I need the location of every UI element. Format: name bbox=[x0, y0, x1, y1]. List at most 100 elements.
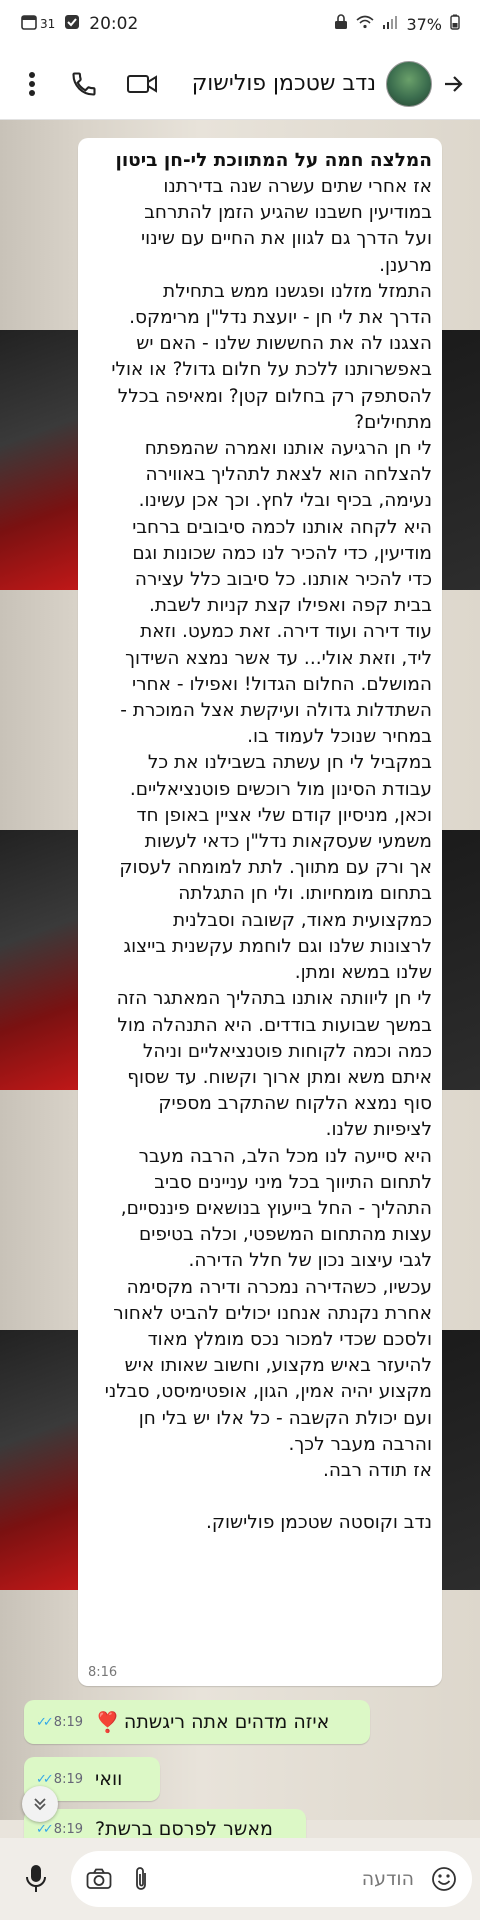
message-line: התמזל מזלנו ופגשנו ממש בתחילת bbox=[163, 280, 432, 302]
read-receipt-icon: ✓✓ bbox=[36, 1714, 54, 1730]
message-input-box bbox=[71, 1851, 472, 1907]
wallpaper-photo-strip bbox=[0, 830, 80, 1090]
message-line: לי חן ליוותה אותנו בתהליך המאתגר הזה bbox=[116, 988, 432, 1010]
message-line bbox=[90, 1484, 432, 1510]
back-button[interactable] bbox=[438, 64, 468, 104]
message-line: עוד דירה ועוד דירה. זאת כמעט. וזאת bbox=[140, 621, 432, 643]
message-line: להיעזר באיש מקצוע, וחשוב שאותו איש bbox=[124, 1355, 432, 1377]
message-line: במחיר שנוכל לעמוד בו. bbox=[247, 726, 432, 748]
battery-icon bbox=[450, 14, 460, 34]
message-title: המלצה חמה על המתווכת לי-חן ביטון bbox=[115, 150, 432, 171]
whatsapp-notification-icon bbox=[63, 13, 81, 35]
message-line: בתחום מומחיותו. ולי חן התגלתה bbox=[178, 883, 432, 905]
message-line: משמעי שעסקאות נדל"ן כדאי לעשות bbox=[144, 831, 432, 853]
message-line: באפשרותנו ללכת על חלום גדול? או אולי bbox=[111, 359, 432, 381]
outgoing-message-bubble[interactable]: ✓✓ 8:19 ❣️ איזה מדהים אתה ריגשתה bbox=[24, 1700, 370, 1744]
status-left: 31 20:02 bbox=[20, 13, 138, 35]
message-line: במקביל לי חן עשתה בשבילנו את כל bbox=[147, 752, 432, 774]
message-text: איזה מדהים אתה ריגשתה bbox=[123, 1711, 330, 1733]
message-body: אז אחרי שתים עשרה שנה בדירתנו במודיעין חש… bbox=[90, 174, 432, 1536]
menu-button[interactable] bbox=[12, 64, 52, 104]
message-line: לציפיות שלנו. bbox=[325, 1119, 432, 1141]
message-line: המושלם. החלום הגדול! ואפילו - אחרי bbox=[131, 673, 432, 695]
message-line: לרצונות שלנו וגם לוחמת עקשנית בייצוג bbox=[123, 935, 432, 957]
phone-icon bbox=[72, 71, 96, 96]
camera-button[interactable] bbox=[85, 1865, 113, 1893]
message-time: 8:19 bbox=[53, 1821, 83, 1837]
message-line: כדי להכיר אותנו. כל סיבוב כלל עצירה bbox=[134, 569, 432, 591]
emoji-button[interactable] bbox=[430, 1865, 458, 1893]
message-line: לי חן הרגיעה אותנו ואמרה שהמפתח bbox=[144, 438, 432, 460]
message-line: מקצוע יהיה אמין, הגון, אופטימיסט, סבלני bbox=[104, 1381, 432, 1403]
message-line: וכאן, מניסיון קודם שלי אציין באופן חד bbox=[136, 804, 432, 826]
message-line: ועל הדרך גם לגוון את החיים עם שינוי bbox=[141, 228, 432, 250]
message-line: שלנו במשא ומתן. bbox=[294, 962, 432, 984]
wallpaper-photo-strip-right bbox=[440, 1330, 480, 1590]
message-line: נעימה, בכיף ובלי לחץ. וכך אכן עשינו. bbox=[138, 490, 432, 512]
message-line: הדרך את לי חן - יועצת נדל"ן מרימקס. bbox=[129, 307, 432, 329]
arrow-left-icon bbox=[445, 75, 463, 92]
message-meta: ✓✓ 8:19 bbox=[36, 1822, 83, 1837]
message-time: 8:19 bbox=[53, 1714, 83, 1730]
video-call-button[interactable] bbox=[122, 64, 162, 104]
voice-call-button[interactable] bbox=[64, 64, 104, 104]
wallpaper-photo-strip bbox=[0, 1330, 80, 1590]
read-receipt-icon: ✓✓ bbox=[36, 1771, 54, 1787]
lock-icon bbox=[334, 14, 348, 34]
message-line: נדב וקוסטה שטכמן פולישוק. bbox=[205, 1512, 432, 1534]
message-line: סוף נמצא הלקוח שהתקרב מספיק bbox=[158, 1093, 432, 1115]
calendar-day: 31 bbox=[40, 17, 56, 31]
wallpaper-photo-strip bbox=[0, 330, 80, 590]
message-line: ליד, וזאת אולי... עד אשר נמצא השידוך bbox=[125, 647, 432, 669]
message-time: 8:19 bbox=[53, 1771, 83, 1787]
message-line: לתחום התיווך בכל מיני עניינים סביב bbox=[154, 1171, 432, 1193]
message-line: אז תודה רבה. bbox=[322, 1459, 432, 1481]
message-line: אחרת נקנתה אנחנו יכולים להביט לאחור bbox=[113, 1302, 432, 1324]
wifi-icon bbox=[356, 15, 374, 33]
paperclip-icon bbox=[136, 1867, 146, 1890]
message-line: אך ורק עם מתווך. לתת למומחה לעסוק bbox=[119, 857, 432, 879]
three-dots-vertical-icon bbox=[29, 71, 35, 96]
message-line: הצגנו לה את החששות שלנו - האם יש bbox=[136, 333, 432, 355]
message-line: היא סייעה לנו מכל הלב, הרבה מעבר bbox=[138, 1145, 432, 1167]
smiley-icon bbox=[432, 1867, 456, 1891]
signal-icon bbox=[382, 15, 398, 33]
message-line: אז אחרי שתים עשרה שנה בדירתנו bbox=[163, 176, 432, 197]
message-input[interactable] bbox=[169, 1867, 416, 1891]
message-line: בבית קפה ואפילו קצת קניות לשבת. bbox=[149, 595, 432, 617]
message-line: עכשיו, כשהדירה נמכרה ודירה מקסימה bbox=[126, 1276, 432, 1298]
status-right: 37% bbox=[334, 14, 460, 34]
message-line: מתחילים? bbox=[354, 411, 432, 433]
scroll-to-bottom-button[interactable] bbox=[22, 1786, 58, 1822]
message-line: עבודת הסינון מול רוכשים פוטנציאליים. bbox=[129, 778, 432, 800]
message-line: מודיעין, כדי להכיר לנו כמה שכונות וגם bbox=[132, 542, 432, 564]
message-line: במשך שבועות בודדים. היא התנהלה מול bbox=[117, 1014, 432, 1036]
message-line: כמה וכמה לקוחות פוטנציאליים וניהל bbox=[142, 1040, 432, 1062]
message-line: התהליך - החל בייעוץ בנושאים פיננסיים, bbox=[120, 1197, 432, 1219]
chat-header: נדב שטכמן פולישוק bbox=[0, 48, 480, 120]
microphone-icon bbox=[25, 1865, 46, 1892]
message-text: מאשר לפרסם ברשת? bbox=[95, 1818, 273, 1840]
message-line: איתם משא ומתן ארוך וקשוח. עד שסוף bbox=[127, 1066, 432, 1088]
wallpaper-photo-strip-right bbox=[440, 330, 480, 590]
message-line: ועם יכולת הקשבה - כל אלו יש בלי חן bbox=[138, 1407, 432, 1429]
contact-avatar[interactable] bbox=[386, 60, 432, 107]
calendar-icon bbox=[20, 13, 38, 35]
message-line: עצות מהתחום המשפטי, וכלה בטיפים bbox=[138, 1224, 432, 1246]
message-line: להסתפק רק בחלום קטן? ומאיפה בכלל bbox=[117, 385, 432, 407]
message-text: וואי bbox=[95, 1768, 123, 1790]
message-input-bar bbox=[0, 1838, 480, 1920]
message-line: להצלחה הוא לצאת לתהליך באווירה bbox=[145, 464, 432, 486]
message-line: היא לקחה אותנו לכמה סיבובים ברחבי bbox=[132, 516, 432, 538]
wallpaper-photo-strip-right bbox=[440, 830, 480, 1090]
read-receipt-icon: ✓✓ bbox=[36, 1821, 54, 1837]
video-camera-icon bbox=[127, 74, 157, 93]
message-line: כמקצועית מאוד, קשובה וסבלנית bbox=[173, 909, 432, 931]
message-line: ולסכם שכדי למכור נכס מומלץ מאוד bbox=[147, 1328, 432, 1350]
double-chevron-down-icon bbox=[34, 1798, 46, 1811]
voice-record-button[interactable] bbox=[8, 1851, 63, 1907]
incoming-message-bubble[interactable]: המלצה חמה על המתווכת לי-חן ביטון אז אחרי… bbox=[78, 138, 442, 1686]
attach-button[interactable] bbox=[127, 1865, 155, 1893]
message-line: והרבה מעבר לכך. bbox=[288, 1433, 432, 1455]
contact-name[interactable]: נדב שטכמן פולישוק bbox=[162, 71, 386, 96]
